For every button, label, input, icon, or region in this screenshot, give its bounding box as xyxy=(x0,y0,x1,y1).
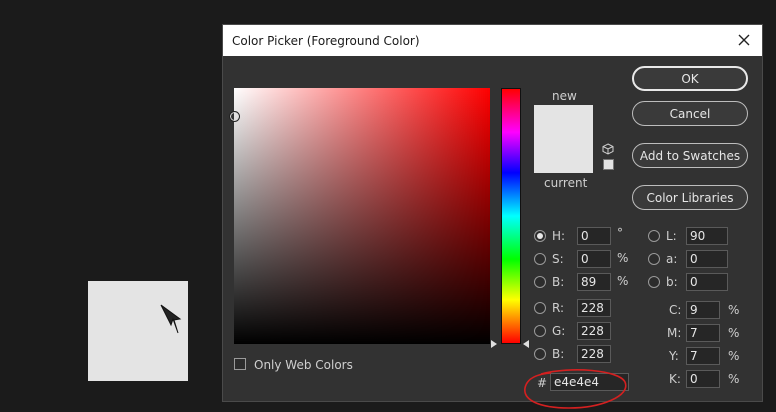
s-label: S: xyxy=(552,252,564,266)
radio-b-lab[interactable] xyxy=(648,276,660,288)
only-web-colors-label: Only Web Colors xyxy=(254,358,353,372)
a-input[interactable]: 0 xyxy=(686,250,728,268)
h-input[interactable]: 0 xyxy=(577,227,611,245)
radio-g[interactable] xyxy=(534,325,546,337)
add-to-swatches-button[interactable]: Add to Swatches xyxy=(632,143,748,168)
title-bar: Color Picker (Foreground Color) xyxy=(223,25,762,56)
color-field[interactable] xyxy=(229,88,490,344)
hue-slider-left-handle[interactable] xyxy=(491,340,497,348)
l-label: L: xyxy=(666,229,677,243)
radio-r[interactable] xyxy=(534,302,546,314)
c-unit: % xyxy=(728,303,740,317)
s-unit: % xyxy=(617,251,629,265)
color-field-marker[interactable] xyxy=(229,111,240,122)
y-unit: % xyxy=(728,349,740,363)
color-picker-dialog: Color Picker (Foreground Color) new curr… xyxy=(222,24,763,409)
dialog-title: Color Picker (Foreground Color) xyxy=(232,34,420,48)
new-color-swatch xyxy=(534,105,593,139)
b-rgb-input[interactable]: 228 xyxy=(577,345,611,363)
close-icon[interactable] xyxy=(736,32,752,48)
k-unit: % xyxy=(728,372,740,386)
current-color-swatch[interactable] xyxy=(534,139,593,173)
b-hsb-input[interactable]: 89 xyxy=(577,273,611,291)
gamut-cube-icon[interactable] xyxy=(602,143,614,155)
radio-s[interactable] xyxy=(534,253,546,265)
y-input[interactable]: 7 xyxy=(686,347,720,365)
ok-button[interactable]: OK xyxy=(632,66,748,91)
radio-h[interactable] xyxy=(534,230,546,242)
r-input[interactable]: 228 xyxy=(577,299,611,317)
current-color-label: current xyxy=(544,176,588,190)
g-label: G: xyxy=(552,324,566,338)
m-input[interactable]: 7 xyxy=(686,324,720,342)
color-libraries-button[interactable]: Color Libraries xyxy=(632,185,748,210)
c-input[interactable]: 9 xyxy=(686,301,720,319)
b-lab-label: b: xyxy=(666,275,678,289)
hue-slider[interactable] xyxy=(501,88,521,344)
b-lab-input[interactable]: 0 xyxy=(686,273,728,291)
hex-annotation-circle xyxy=(524,369,627,409)
m-unit: % xyxy=(728,326,740,340)
h-label: H: xyxy=(552,229,566,243)
k-label: K: xyxy=(669,372,681,386)
web-safe-swatch[interactable] xyxy=(603,159,614,170)
h-unit: ° xyxy=(617,226,623,240)
radio-b-rgb[interactable] xyxy=(534,348,546,360)
y-label: Y: xyxy=(669,349,679,363)
g-input[interactable]: 228 xyxy=(577,322,611,340)
hue-slider-right-handle[interactable] xyxy=(523,340,529,348)
b-rgb-label: B: xyxy=(552,347,565,361)
new-color-label: new xyxy=(552,89,577,103)
m-label: M: xyxy=(667,326,682,340)
radio-b-hsb[interactable] xyxy=(534,276,546,288)
arrow-cursor-icon xyxy=(160,304,182,334)
cancel-button[interactable]: Cancel xyxy=(632,101,748,126)
c-label: C: xyxy=(669,303,682,317)
l-input[interactable]: 90 xyxy=(686,227,728,245)
only-web-colors-checkbox[interactable] xyxy=(234,358,246,370)
s-input[interactable]: 0 xyxy=(577,250,611,268)
a-label: a: xyxy=(666,252,678,266)
b-hsb-label: B: xyxy=(552,275,565,289)
k-input[interactable]: 0 xyxy=(686,370,720,388)
r-label: R: xyxy=(552,301,565,315)
radio-a[interactable] xyxy=(648,253,660,265)
b-hsb-unit: % xyxy=(617,274,629,288)
radio-l[interactable] xyxy=(648,230,660,242)
